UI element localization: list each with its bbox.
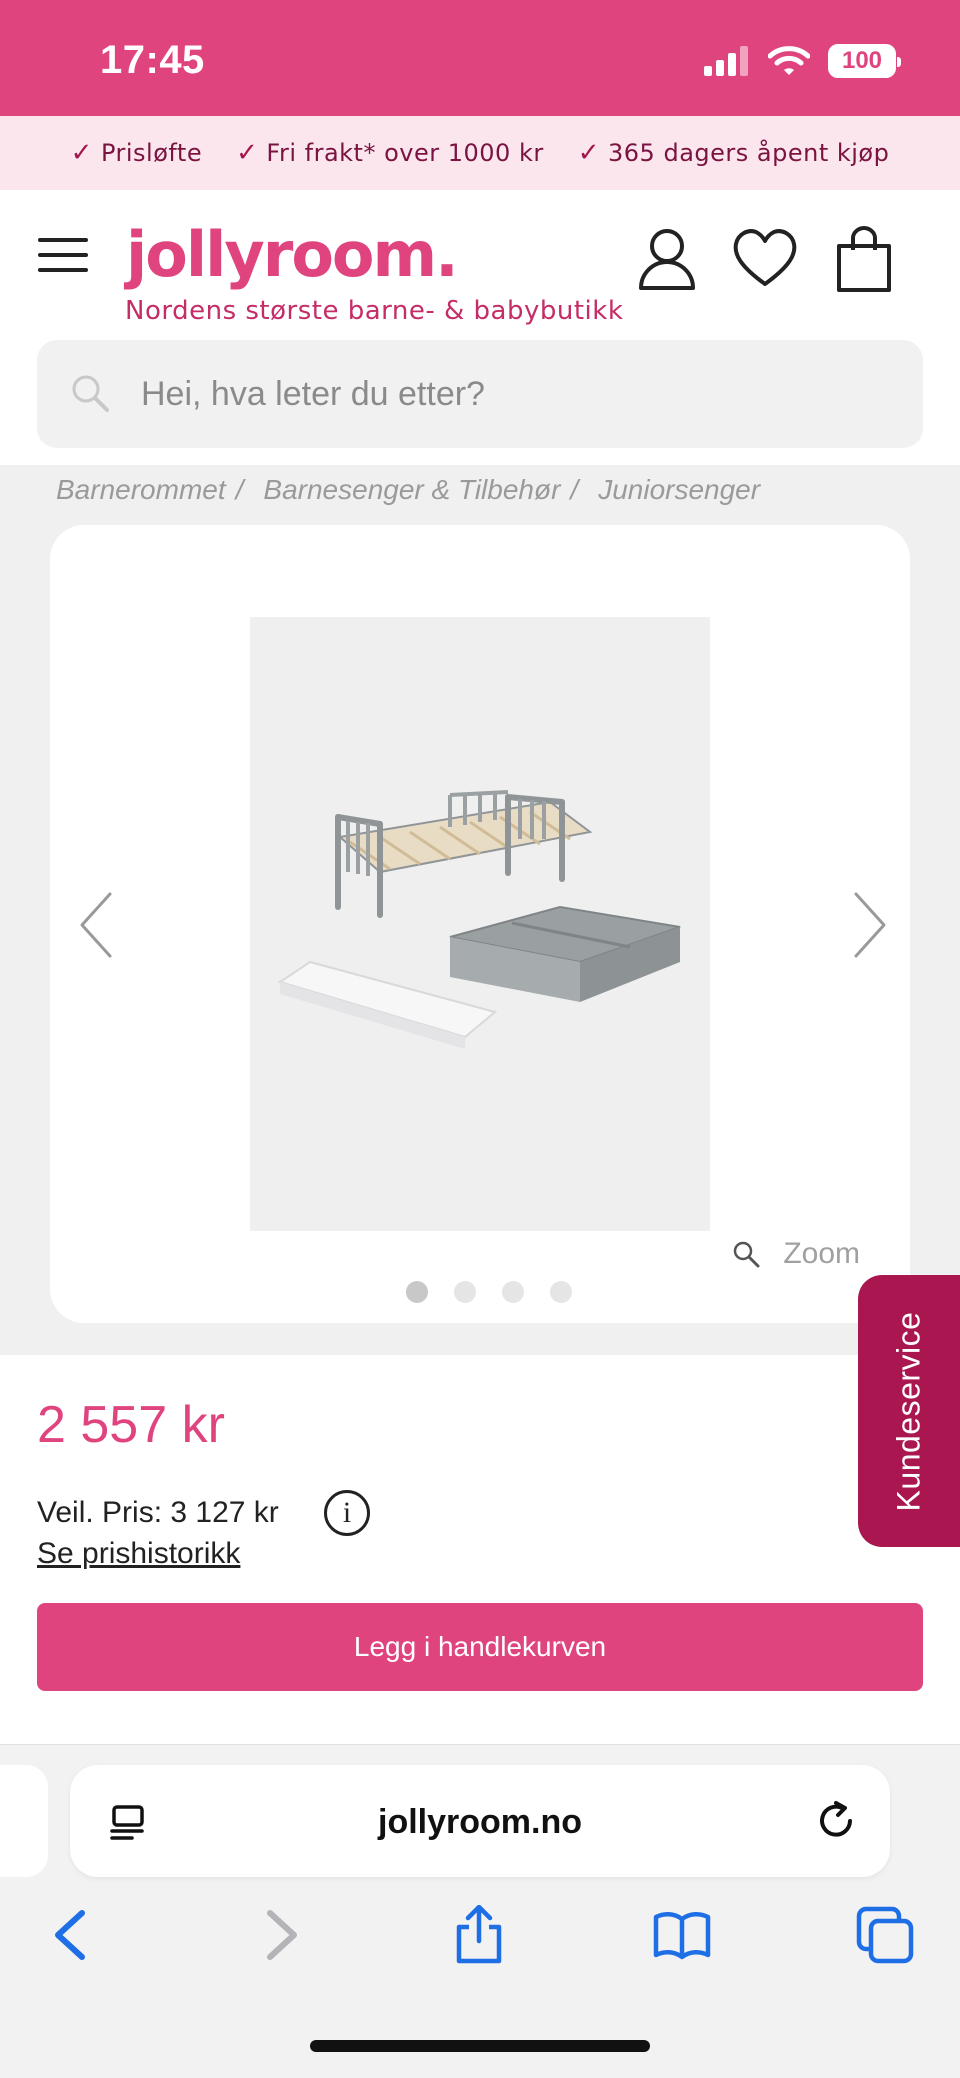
kundeservice-tab[interactable]: Kundeservice (858, 1275, 960, 1547)
info-icon[interactable]: i (324, 1490, 370, 1536)
breadcrumb-item[interactable]: Juniorsenger (598, 474, 760, 506)
forward-icon[interactable] (250, 1905, 310, 1965)
check-icon: ✓ (577, 138, 601, 168)
reload-icon[interactable] (814, 1799, 858, 1843)
search-icon (72, 375, 109, 412)
search-input[interactable] (141, 340, 881, 448)
carousel-dot[interactable] (550, 1281, 572, 1303)
browser-toolbar: jollyroom.no (0, 1744, 960, 2078)
bag-icon[interactable] (829, 224, 899, 294)
share-icon[interactable] (449, 1905, 509, 1965)
check-icon: ✓ (236, 138, 259, 168)
image-card: Zoom (50, 525, 910, 1323)
usp-item: ✓ Fri frakt* over 1000 kr (236, 138, 544, 168)
battery-icon: 100 (828, 44, 901, 78)
usp-label: Prisløfte (100, 139, 203, 167)
signal-icon (704, 46, 748, 76)
menu-icon[interactable] (38, 238, 88, 272)
chevron-left-icon[interactable] (76, 890, 116, 960)
usp-label: Fri frakt* over 1000 kr (266, 139, 544, 167)
user-icon[interactable] (632, 224, 702, 294)
breadcrumb-separator: / (570, 474, 579, 505)
add-to-cart-button[interactable]: Legg i handlekurven (37, 1603, 923, 1691)
search-bar (37, 340, 923, 448)
status-bar: 17:45 100 (0, 0, 960, 116)
logo[interactable]: jollyroom. (126, 218, 459, 291)
zoom-label: Zoom (783, 1237, 860, 1270)
status-time: 17:45 (100, 38, 205, 82)
carousel-dot[interactable] (406, 1281, 428, 1303)
usp-item: ✓ Prisløfte (71, 138, 202, 168)
usp-item: ✓ 365 dagers åpent kjøp (578, 138, 890, 168)
zoom-icon (734, 1241, 760, 1268)
usp-label: 365 dagers åpent kjøp (608, 139, 890, 167)
usp-bar: ✓ Prisløfte ✓ Fri frakt* over 1000 kr ✓ … (0, 116, 960, 190)
recommended-price: Veil. Pris: 3 127 kr (37, 1496, 279, 1529)
product-price: 2 557 kr (37, 1396, 225, 1454)
check-icon: ✓ (70, 138, 93, 168)
site-header: jollyroom. Nordens største barne- & baby… (0, 190, 960, 465)
previous-tab-preview[interactable] (0, 1765, 48, 1877)
zoom-button[interactable]: Zoom (731, 1237, 860, 1271)
back-icon[interactable] (42, 1905, 102, 1965)
carousel-dot[interactable] (454, 1281, 476, 1303)
breadcrumb-item[interactable]: Barnesenger & Tilbehør (263, 474, 560, 506)
breadcrumb-item[interactable]: Barnerommet (56, 474, 226, 506)
wifi-icon (768, 46, 810, 75)
tagline: Nordens største barne- & babybutikk (125, 296, 624, 326)
breadcrumb: Barnerommet / Barnesenger & Tilbehør / J… (56, 465, 760, 515)
address-bar[interactable]: jollyroom.no (70, 1765, 890, 1877)
price-history-link[interactable]: Se prishistorikk (37, 1537, 240, 1571)
url-text: jollyroom.no (378, 1803, 582, 1841)
bed-illustration (277, 790, 681, 1049)
carousel-dot[interactable] (502, 1281, 524, 1303)
bookmarks-icon[interactable] (652, 1905, 712, 1965)
product-image[interactable] (250, 617, 710, 1231)
tabs-icon[interactable] (855, 1905, 915, 1965)
heart-icon[interactable] (730, 224, 800, 294)
breadcrumb-separator: / (235, 474, 244, 505)
home-indicator (310, 2040, 650, 2052)
kundeservice-label: Kundeservice (890, 1311, 927, 1511)
chevron-right-icon[interactable] (850, 890, 890, 960)
carousel-dots (406, 1281, 572, 1303)
status-icons: 100 (704, 44, 901, 78)
product-gallery-area: Barnerommet / Barnesenger & Tilbehør / J… (0, 465, 960, 1355)
